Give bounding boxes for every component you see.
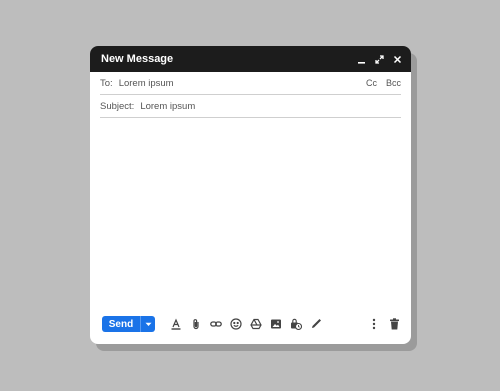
formatting-icon[interactable] [169,318,182,331]
attach-icon[interactable] [189,318,202,331]
send-options-button[interactable] [140,316,155,332]
to-input[interactable]: Lorem ipsum [119,78,366,89]
send-button[interactable]: Send [102,316,140,332]
photo-icon[interactable] [269,318,282,331]
subject-field-row[interactable]: Subject: Lorem ipsum [100,95,401,118]
chevron-down-icon [145,322,151,326]
trash-icon[interactable] [388,318,401,331]
confidential-icon[interactable] [289,318,302,331]
formatting-tools [169,318,322,331]
compose-titlebar[interactable]: New Message [90,46,411,72]
message-body[interactable] [100,120,401,316]
link-icon[interactable] [209,318,222,331]
subject-input[interactable]: Lorem ipsum [140,101,401,112]
more-options-icon[interactable] [367,318,380,331]
compose-title: New Message [101,53,174,65]
toolbar-right [367,318,401,331]
bcc-link[interactable]: Bcc [386,78,401,88]
close-icon[interactable] [392,54,403,65]
compose-window: New Message To: Lorem ipsum Cc Bcc Subje… [90,46,411,344]
window-controls [356,54,403,65]
minimize-icon[interactable] [356,54,367,65]
compose-toolbar: Send [102,316,401,332]
cc-link[interactable]: Cc [366,78,377,88]
drive-icon[interactable] [249,318,262,331]
subject-label: Subject: [100,100,135,112]
signature-icon[interactable] [309,318,322,331]
to-label: To: [100,77,113,89]
to-field-row[interactable]: To: Lorem ipsum Cc Bcc [100,72,401,95]
cc-bcc-links: Cc Bcc [366,78,401,88]
send-button-group: Send [102,316,155,332]
expand-icon[interactable] [374,54,385,65]
emoji-icon[interactable] [229,318,242,331]
